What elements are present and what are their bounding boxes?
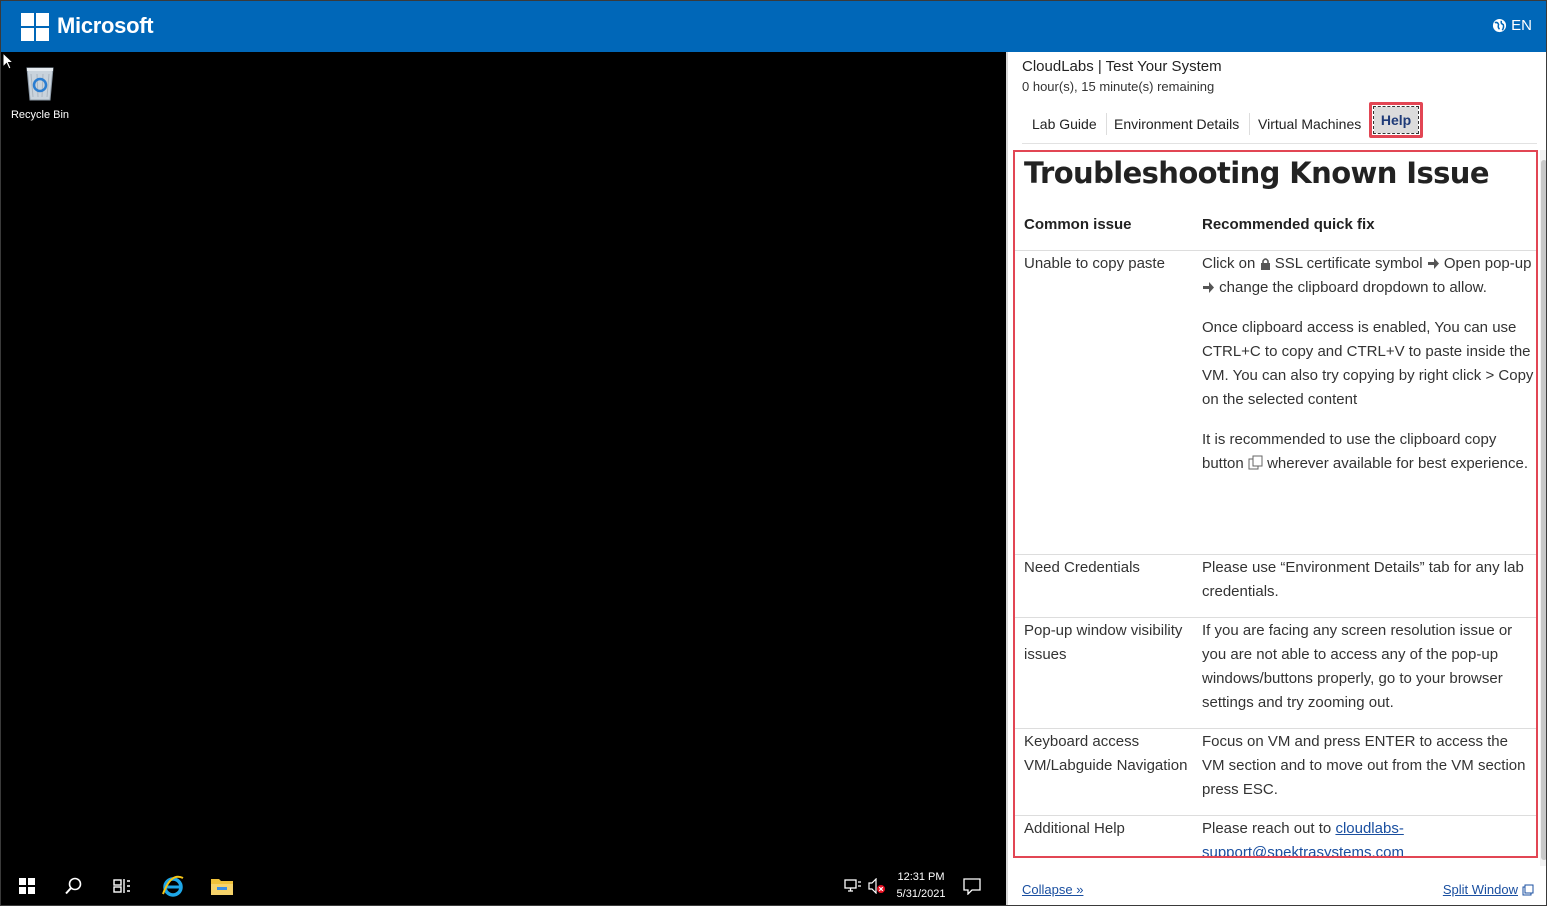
fix-text: Please reach out to bbox=[1202, 820, 1332, 837]
tab-environment-details[interactable]: Environment Details bbox=[1114, 112, 1239, 136]
clock-time: 12:31 PM bbox=[897, 871, 945, 883]
tab-divider bbox=[1106, 113, 1107, 135]
panel-footer: Collapse » Split Window bbox=[1008, 872, 1546, 905]
taskbar-clock[interactable]: 12:31 PM 5/31/2021 bbox=[889, 869, 953, 903]
task-view-button[interactable] bbox=[108, 873, 136, 899]
table-row: Keyboard access VM/Labguide Navigation F… bbox=[1015, 730, 1536, 816]
lab-side-panel: CloudLabs | Test Your System 0 hour(s), … bbox=[1006, 52, 1546, 905]
task-view-icon bbox=[113, 879, 130, 893]
internet-explorer-button[interactable] bbox=[159, 873, 187, 899]
search-button[interactable] bbox=[60, 873, 88, 899]
time-remaining: 0 hour(s), 15 minute(s) remaining bbox=[1022, 79, 1215, 94]
clock-date: 5/31/2021 bbox=[896, 888, 946, 900]
arrow-right-icon bbox=[1203, 282, 1214, 293]
fix-cell: Focus on VM and press ENTER to access th… bbox=[1202, 733, 1526, 798]
table-row: Additional Help Please reach out to clou… bbox=[1015, 817, 1536, 856]
taskbar: 12:31 PM 5/31/2021 bbox=[1, 865, 1006, 905]
language-selector[interactable]: EN bbox=[1492, 17, 1532, 34]
panel-scrollbar[interactable] bbox=[1540, 150, 1546, 866]
tab-help-highlight: Help bbox=[1369, 102, 1423, 138]
issue-cell: Keyboard access VM/Labguide Navigation bbox=[1024, 733, 1188, 774]
file-explorer-button[interactable] bbox=[208, 873, 236, 899]
tab-help[interactable]: Help bbox=[1373, 106, 1419, 134]
start-button[interactable] bbox=[13, 873, 41, 899]
recycle-bin-label: Recycle Bin bbox=[10, 109, 70, 121]
fix-text: wherever available for best experience. bbox=[1267, 455, 1529, 472]
screen: Microsoft EN Recycle Bin 12:31 PM 5/31/2… bbox=[0, 0, 1547, 906]
vm-desktop[interactable]: Recycle Bin bbox=[1, 52, 1006, 905]
copy-icon bbox=[1248, 455, 1263, 470]
table-header-row: Common issue Recommended quick fix bbox=[1015, 212, 1536, 251]
file-explorer-icon bbox=[211, 879, 233, 895]
internet-explorer-icon bbox=[162, 875, 184, 897]
top-header-bar: Microsoft EN bbox=[1, 1, 1546, 52]
tab-divider bbox=[1249, 113, 1250, 135]
split-window-icon bbox=[1522, 884, 1534, 895]
tab-lab-guide[interactable]: Lab Guide bbox=[1032, 112, 1097, 136]
fix-cell: Click on SSL certificate symbol Open pop… bbox=[1202, 252, 1534, 492]
issue-cell: Pop-up window visibility issues bbox=[1024, 622, 1183, 663]
fix-text: change the clipboard dropdown to allow. bbox=[1219, 279, 1487, 296]
help-title: Troubleshooting Known Issue bbox=[1024, 156, 1490, 190]
action-center-button[interactable] bbox=[958, 873, 986, 899]
arrow-right-icon bbox=[1427, 258, 1439, 269]
desktop-icon-recycle-bin[interactable]: Recycle Bin bbox=[7, 60, 73, 121]
issue-cell: Need Credentials bbox=[1024, 559, 1140, 576]
panel-title: CloudLabs | Test Your System bbox=[1022, 58, 1222, 75]
volume-muted-icon bbox=[868, 878, 885, 894]
column-header-fix: Recommended quick fix bbox=[1202, 216, 1375, 233]
lock-icon bbox=[1260, 258, 1270, 270]
network-icon bbox=[844, 879, 861, 892]
split-window-label: Split Window bbox=[1442, 882, 1518, 897]
volume-tray-button[interactable] bbox=[863, 873, 891, 899]
table-row: Need Credentials Please use “Environment… bbox=[1015, 556, 1536, 618]
windows-logo-icon bbox=[21, 13, 50, 42]
globe-icon bbox=[1493, 18, 1507, 33]
start-icon bbox=[19, 878, 35, 894]
split-window-link[interactable]: Split Window bbox=[1443, 882, 1534, 897]
fix-cell: Please use “Environment Details” tab for… bbox=[1202, 559, 1524, 600]
column-header-issue: Common issue bbox=[1024, 216, 1132, 233]
recycle-bin-icon bbox=[26, 67, 54, 101]
tab-virtual-machines[interactable]: Virtual Machines bbox=[1258, 112, 1361, 136]
issue-cell: Additional Help bbox=[1024, 820, 1125, 837]
fix-text: Once clipboard access is enabled, You ca… bbox=[1202, 319, 1534, 408]
language-label: EN bbox=[1511, 17, 1532, 34]
help-content-highlight: Troubleshooting Known Issue Common issue… bbox=[1013, 150, 1538, 858]
brand-name: Microsoft bbox=[57, 13, 154, 38]
search-icon bbox=[65, 877, 82, 895]
action-center-icon bbox=[963, 878, 981, 895]
table-row: Pop-up window visibility issues If you a… bbox=[1015, 619, 1536, 729]
fix-text: Open pop-up bbox=[1443, 255, 1532, 272]
collapse-link[interactable]: Collapse » bbox=[1022, 882, 1083, 897]
panel-tabs: Lab Guide Environment Details Virtual Ma… bbox=[1022, 102, 1537, 144]
fix-text: Click on bbox=[1202, 255, 1256, 272]
fix-text: SSL certificate symbol bbox=[1274, 255, 1423, 272]
fix-cell: If you are facing any screen resolution … bbox=[1202, 622, 1513, 711]
table-row: Unable to copy paste Click on SSL certif… bbox=[1015, 252, 1536, 555]
fix-cell: Please reach out to cloudlabs-support@sp… bbox=[1202, 817, 1534, 856]
scrollbar-thumb[interactable] bbox=[1541, 160, 1546, 860]
issue-cell: Unable to copy paste bbox=[1024, 255, 1165, 272]
